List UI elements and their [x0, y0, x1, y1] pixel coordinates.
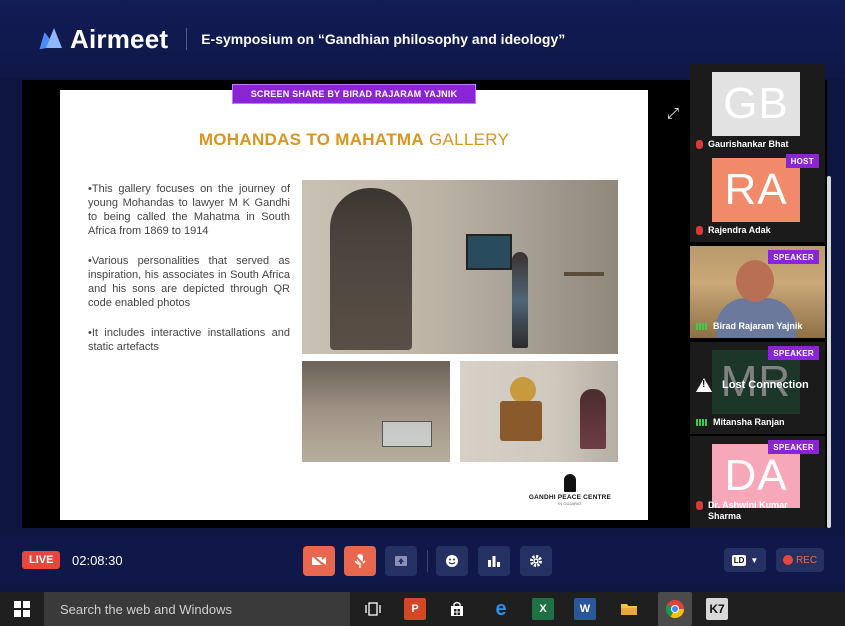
- participant-tile[interactable]: DA SPEAKER Dr. Ashwini Kumar Sharma: [690, 436, 825, 528]
- expand-icon[interactable]: ⤢: [665, 106, 681, 122]
- mic-off-icon: [353, 553, 367, 569]
- mic-off-icon: [696, 140, 703, 149]
- quality-label: LD: [731, 554, 747, 566]
- record-label: REC: [795, 554, 818, 566]
- participant-name: Mitansha Ranjan: [713, 417, 785, 427]
- taskbar-search-input[interactable]: Search the web and Windows: [44, 592, 350, 626]
- bullet-2: •Various personalities that served as in…: [88, 255, 290, 309]
- airmeet-logo-icon: [36, 28, 62, 50]
- session-timer: 02:08:30: [72, 553, 123, 568]
- control-divider: [427, 550, 428, 572]
- chrome-icon: [666, 600, 684, 619]
- logo-subtitle: IN GUJARAT: [558, 501, 582, 506]
- header-divider: [186, 28, 188, 50]
- screen-share-badge: SCREEN SHARE BY BIRAD RAJARAM YAJNIK: [232, 84, 476, 104]
- participant-name-row: Dr. Ashwini Kumar Sharma: [696, 500, 820, 522]
- bullet-3: •It includes interactive installations a…: [88, 327, 290, 353]
- polls-button[interactable]: [478, 546, 510, 576]
- reactions-button[interactable]: [436, 546, 468, 576]
- slide-title-light: GALLERY: [423, 130, 510, 149]
- participant-tile[interactable]: RA HOST Rajendra Adak: [690, 150, 825, 242]
- participant-name-row: Gaurishankar Bhat: [696, 139, 820, 150]
- mic-toggle-button[interactable]: [344, 546, 376, 576]
- emoji-icon: [446, 555, 458, 567]
- gallery-photo-artefacts: [460, 361, 618, 462]
- gandhi-figure-icon: [564, 474, 576, 492]
- connection-status-text: Lost Connection: [722, 379, 809, 391]
- role-badge: SPEAKER: [768, 346, 819, 360]
- control-bar: LIVE 02:08:30 LD ▼ REC: [0, 536, 845, 584]
- participant-name: Rajendra Adak: [708, 225, 771, 235]
- participant-name: Birad Rajaram Yajnik: [713, 321, 803, 331]
- record-dot-icon: [782, 555, 793, 565]
- shared-slide: SCREEN SHARE BY BIRAD RAJARAM YAJNIK MOH…: [60, 84, 648, 520]
- participant-name: Gaurishankar Bhat: [708, 139, 789, 149]
- screen-share-icon: [395, 556, 407, 566]
- participant-tile[interactable]: MR SPEAKER Lost Connection Mitansha Ranj…: [690, 342, 825, 434]
- chrome-taskbar-button[interactable]: [658, 592, 692, 626]
- event-title: E-symposium on “Gandhian philosophy and …: [201, 31, 566, 47]
- file-explorer-icon[interactable]: [618, 598, 640, 620]
- record-button[interactable]: REC: [776, 548, 824, 572]
- role-badge: SPEAKER: [768, 250, 819, 264]
- windows-taskbar: Search the web and Windows P e X W K7: [0, 592, 845, 626]
- screen-share-button[interactable]: [385, 546, 417, 576]
- slide-title: MOHANDAS TO MAHATMA GALLERY: [60, 130, 648, 150]
- participant-scrollbar[interactable]: [827, 176, 831, 528]
- airmeet-logo[interactable]: Airmeet: [36, 23, 169, 55]
- participant-name-row: Birad Rajaram Yajnik: [696, 321, 820, 332]
- main-stage: SCREEN SHARE BY BIRAD RAJARAM YAJNIK MOH…: [22, 64, 831, 528]
- chevron-down-icon: ▼: [750, 555, 759, 565]
- brand-name: Airmeet: [70, 23, 169, 54]
- stream-quality-dropdown[interactable]: LD ▼: [724, 548, 766, 572]
- task-view-icon[interactable]: [362, 598, 384, 620]
- edge-icon[interactable]: e: [490, 598, 512, 620]
- mic-off-icon: [696, 226, 703, 235]
- gallery-photo-main: [302, 180, 618, 354]
- connection-status: Lost Connection: [696, 378, 824, 392]
- mic-off-icon: [696, 501, 703, 510]
- poll-icon: [488, 556, 500, 567]
- powerpoint-icon[interactable]: P: [404, 598, 426, 620]
- gallery-photo-hall: [302, 361, 450, 462]
- participant-tile[interactable]: SPEAKER Birad Rajaram Yajnik: [690, 246, 825, 338]
- excel-icon[interactable]: X: [532, 598, 554, 620]
- slide-title-bold: MOHANDAS TO MAHATMA: [198, 130, 424, 149]
- slide-bullets: •This gallery focuses on the journey of …: [88, 182, 290, 370]
- store-icon[interactable]: [446, 598, 468, 620]
- windows-start-icon[interactable]: [14, 601, 30, 617]
- settings-icon: [530, 555, 542, 567]
- participant-name-row: Rajendra Adak: [696, 225, 820, 236]
- video-off-icon: [311, 554, 327, 568]
- role-badge: SPEAKER: [768, 440, 819, 454]
- participant-name: Dr. Ashwini Kumar Sharma: [708, 500, 788, 521]
- role-badge: HOST: [785, 154, 819, 168]
- word-icon[interactable]: W: [574, 598, 596, 620]
- camera-toggle-button[interactable]: [303, 546, 335, 576]
- participant-tile[interactable]: GB Gaurishankar Bhat: [690, 64, 825, 156]
- k7-icon[interactable]: K7: [706, 598, 728, 620]
- warning-icon: [696, 378, 712, 392]
- logo-name: GANDHI PEACE CENTRE: [528, 494, 612, 501]
- mic-active-icon: [696, 419, 708, 426]
- gandhi-peace-centre-logo: GANDHI PEACE CENTRE IN GUJARAT: [522, 474, 618, 506]
- participant-name-row: Mitansha Ranjan: [696, 417, 820, 428]
- settings-button[interactable]: [520, 546, 552, 576]
- bullet-1: •This gallery focuses on the journey of …: [88, 183, 290, 237]
- live-badge: LIVE: [22, 551, 61, 569]
- participant-list: GB Gaurishankar Bhat RA HOST Rajendra Ad…: [690, 64, 825, 528]
- avatar: GB: [712, 72, 800, 136]
- mic-active-icon: [696, 323, 708, 330]
